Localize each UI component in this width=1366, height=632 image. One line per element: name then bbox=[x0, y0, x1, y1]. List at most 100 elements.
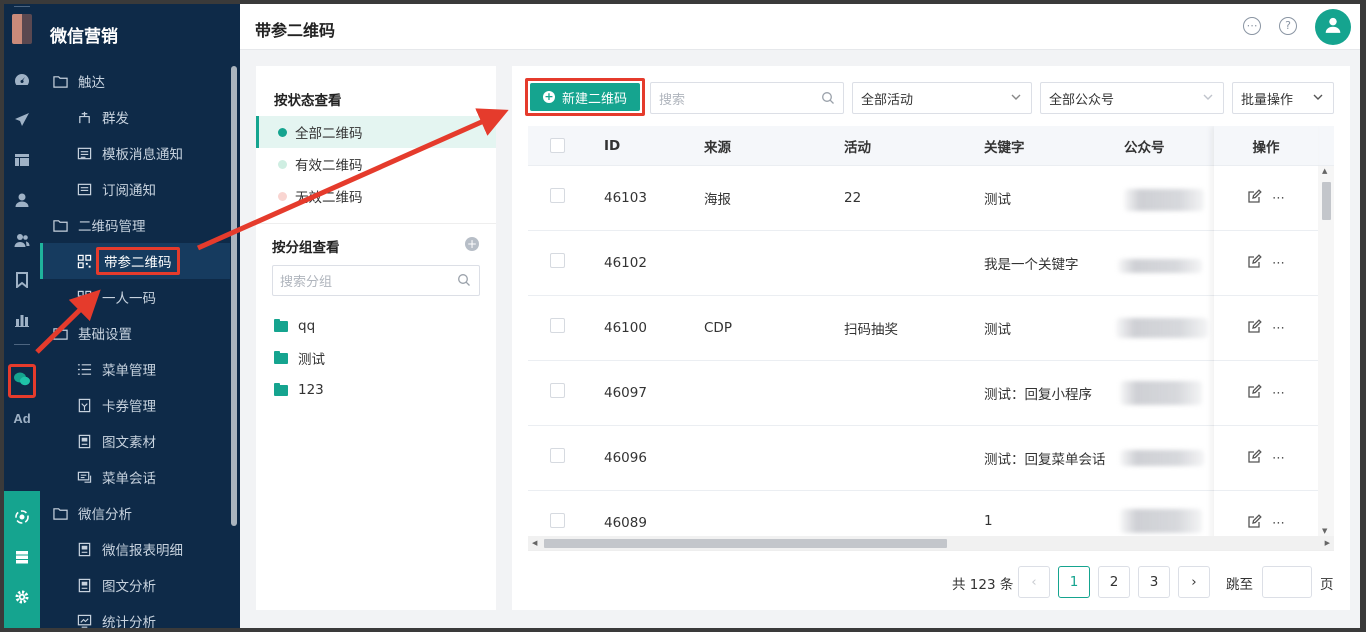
edit-icon[interactable] bbox=[1247, 448, 1262, 468]
status-invalid[interactable]: 无效二维码 bbox=[256, 180, 496, 212]
document-icon bbox=[76, 433, 92, 449]
more-icon[interactable]: ⋯ bbox=[1272, 191, 1285, 206]
folder-item[interactable]: qq bbox=[274, 314, 315, 338]
search-icon[interactable] bbox=[457, 273, 471, 291]
layout-icon[interactable] bbox=[12, 152, 32, 172]
document-icon bbox=[76, 577, 92, 593]
sidebar-item-template-message[interactable]: 模板消息通知 bbox=[40, 135, 230, 171]
pagination: 共 123 条 ‹ 1 2 3 › 跳至 页 bbox=[952, 566, 1342, 598]
scroll-thumb[interactable] bbox=[1322, 182, 1331, 220]
sidebar-item-label: 带参二维码 bbox=[96, 247, 180, 275]
row-checkbox[interactable] bbox=[550, 231, 565, 295]
add-group-icon[interactable]: + bbox=[465, 237, 479, 251]
table-row[interactable]: 46103 海报 22 测试 bbox=[528, 166, 1318, 231]
bookmark-icon[interactable] bbox=[12, 272, 32, 292]
page-title: 带参二维码 bbox=[255, 21, 336, 40]
jump-page-input[interactable] bbox=[1262, 566, 1312, 598]
scroll-left-icon[interactable]: ◀ bbox=[532, 539, 537, 547]
status-label: 有效二维码 bbox=[295, 158, 363, 174]
edit-icon[interactable] bbox=[1247, 513, 1262, 533]
qrcode-icon bbox=[76, 289, 92, 305]
plus-circle-icon: + bbox=[542, 90, 555, 103]
wechat-rail-button[interactable] bbox=[8, 364, 36, 398]
table-row[interactable]: 46096 测试：回复菜单会话 bbox=[528, 426, 1318, 491]
more-icon[interactable]: ⋯ bbox=[1272, 321, 1285, 336]
sidebar-item-menu-manage[interactable]: 菜单管理 bbox=[40, 351, 230, 387]
scroll-up-icon[interactable]: ▲ bbox=[1322, 167, 1327, 175]
sidebar-item-param-qrcode[interactable]: 带参二维码 bbox=[40, 243, 230, 279]
scroll-right-icon[interactable]: ▶ bbox=[1325, 539, 1330, 547]
sidebar-group-qrcode[interactable]: 二维码管理 bbox=[40, 207, 230, 243]
help-icon[interactable]: ? bbox=[1279, 17, 1297, 35]
notice-icon bbox=[76, 181, 92, 197]
activity-select[interactable]: 全部活动 bbox=[852, 82, 1032, 114]
table-row[interactable]: 46100 CDP 扫码抽奖 测试 bbox=[528, 296, 1318, 361]
sidebar-scrollbar[interactable] bbox=[231, 66, 237, 526]
sidebar-group-basic-settings[interactable]: 基础设置 bbox=[40, 315, 230, 351]
folder-item[interactable]: 测试 bbox=[274, 346, 325, 370]
page-button[interactable]: 1 bbox=[1058, 566, 1090, 598]
page-button[interactable]: 2 bbox=[1098, 566, 1130, 598]
account-select[interactable]: 全部公众号 bbox=[1040, 82, 1224, 114]
row-checkbox[interactable] bbox=[550, 426, 565, 490]
more-icon[interactable]: ⋯ bbox=[1272, 516, 1285, 531]
sidebar-item-label: 图文分析 bbox=[102, 579, 156, 595]
sidebar-item-report-detail[interactable]: 微信报表明细 bbox=[40, 531, 230, 567]
status-valid[interactable]: 有效二维码 bbox=[256, 148, 496, 180]
table-horizontal-scrollbar[interactable]: ◀ ▶ bbox=[528, 536, 1334, 550]
group-search-input[interactable]: 搜索分组 bbox=[272, 265, 480, 296]
batch-actions-button[interactable]: 批量操作 bbox=[1232, 82, 1334, 114]
table-row[interactable]: 46102 我是一个关键字 bbox=[528, 231, 1318, 296]
folder-item[interactable]: 123 bbox=[274, 378, 324, 402]
scroll-down-icon[interactable]: ▼ bbox=[1322, 527, 1327, 535]
sidebar-item-menu-session[interactable]: 菜单会话 bbox=[40, 459, 230, 495]
next-page-button[interactable]: › bbox=[1178, 566, 1210, 598]
server-icon[interactable] bbox=[12, 549, 32, 569]
more-icon[interactable]: ⋯ bbox=[1272, 451, 1285, 466]
new-qrcode-button[interactable]: + 新建二维码 bbox=[530, 83, 640, 111]
dashboard-icon[interactable] bbox=[12, 72, 32, 92]
table-vertical-scrollbar[interactable]: ▲ ▼ bbox=[1318, 166, 1334, 536]
account-avatar[interactable] bbox=[12, 14, 32, 44]
more-icon[interactable]: ⋯ bbox=[1272, 386, 1285, 401]
edit-icon[interactable] bbox=[1247, 383, 1262, 403]
user-icon[interactable] bbox=[12, 192, 32, 212]
sidebar-item-article-analysis[interactable]: 图文分析 bbox=[40, 567, 230, 603]
jump-label: 跳至 bbox=[1226, 577, 1253, 593]
message-icon[interactable]: ⋯ bbox=[1243, 17, 1261, 35]
select-all-checkbox[interactable] bbox=[550, 126, 565, 165]
row-checkbox[interactable] bbox=[550, 166, 565, 230]
sidebar-item-subscribe-notice[interactable]: 订阅通知 bbox=[40, 171, 230, 207]
page-button[interactable]: 3 bbox=[1138, 566, 1170, 598]
edit-icon[interactable] bbox=[1247, 318, 1262, 338]
sidebar-item-label: 统计分析 bbox=[102, 615, 156, 628]
user-icon bbox=[1324, 16, 1342, 38]
bar-chart-icon[interactable] bbox=[12, 312, 32, 332]
sidebar-item-article-material[interactable]: 图文素材 bbox=[40, 423, 230, 459]
send-icon[interactable] bbox=[12, 112, 32, 132]
row-checkbox[interactable] bbox=[550, 361, 565, 425]
coupon-icon bbox=[76, 397, 92, 413]
hub-icon[interactable] bbox=[12, 509, 32, 529]
sidebar-item-card-manage[interactable]: 卡券管理 bbox=[40, 387, 230, 423]
ad-menu-label[interactable]: Ad bbox=[10, 411, 34, 426]
activity-select-value: 全部活动 bbox=[861, 92, 914, 108]
status-all[interactable]: 全部二维码 bbox=[256, 116, 496, 148]
users-icon[interactable] bbox=[12, 232, 32, 252]
more-icon[interactable]: ⋯ bbox=[1272, 256, 1285, 271]
table-row[interactable]: 46097 测试：回复小程序 bbox=[528, 361, 1318, 426]
edit-icon[interactable] bbox=[1247, 188, 1262, 208]
scroll-thumb[interactable] bbox=[544, 539, 947, 548]
search-input[interactable]: 搜索 bbox=[650, 82, 844, 114]
search-icon[interactable] bbox=[821, 91, 835, 109]
gear-icon[interactable] bbox=[12, 589, 32, 609]
user-avatar[interactable] bbox=[1315, 9, 1351, 45]
sidebar-item-one-code-per-person[interactable]: 一人一码 bbox=[40, 279, 230, 315]
sidebar-group-reach[interactable]: 触达 bbox=[40, 63, 230, 99]
sidebar-group-wechat-analysis[interactable]: 微信分析 bbox=[40, 495, 230, 531]
sidebar-item-mass-send[interactable]: 群发 bbox=[40, 99, 230, 135]
sidebar-item-stats-analysis[interactable]: 统计分析 bbox=[40, 603, 230, 628]
prev-page-button[interactable]: ‹ bbox=[1018, 566, 1050, 598]
edit-icon[interactable] bbox=[1247, 253, 1262, 273]
row-checkbox[interactable] bbox=[550, 296, 565, 360]
